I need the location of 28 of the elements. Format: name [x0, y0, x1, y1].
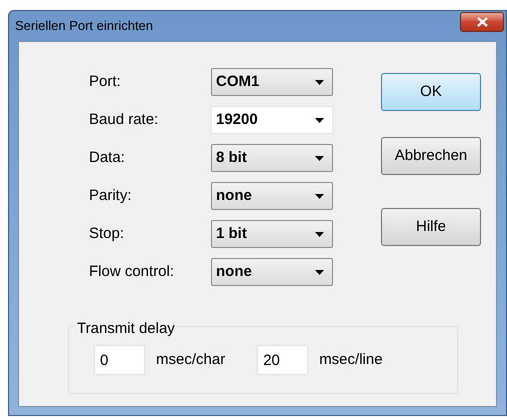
dropdown[interactable]: none: [211, 182, 333, 210]
caret-icon: [315, 270, 324, 274]
dropdown[interactable]: COM1: [211, 68, 333, 96]
dialog-button[interactable]: Abbrechen: [381, 137, 481, 175]
unit-label: msec/line: [319, 350, 383, 370]
caret-icon: [315, 194, 324, 198]
dropdown[interactable]: none: [211, 258, 333, 286]
caret-icon: [315, 118, 324, 122]
combo-box[interactable]: 19200: [211, 106, 333, 134]
input-field[interactable]: 0: [94, 345, 145, 375]
field-label: Baud rate:: [89, 110, 160, 130]
dropdown[interactable]: 1 bit: [211, 220, 333, 248]
field-label: Data:: [89, 148, 126, 168]
field-label: Flow control:: [89, 262, 176, 282]
close-icon: [476, 17, 488, 27]
dialog-button[interactable]: OK: [381, 73, 481, 111]
dropdown[interactable]: 8 bit: [211, 144, 333, 172]
caret-icon: [315, 156, 324, 160]
dialog-button[interactable]: Hilfe: [381, 208, 481, 246]
caret-icon: [315, 80, 324, 84]
close-button[interactable]: [460, 12, 504, 32]
window-title: Seriellen Port einrichten: [15, 17, 154, 36]
field-label: Stop:: [89, 224, 126, 244]
input-field[interactable]: 20: [257, 345, 308, 375]
field-label: Port:: [89, 72, 122, 92]
caret-icon: [315, 232, 324, 236]
unit-label: msec/char: [156, 350, 226, 370]
field-label: Parity:: [89, 186, 133, 206]
